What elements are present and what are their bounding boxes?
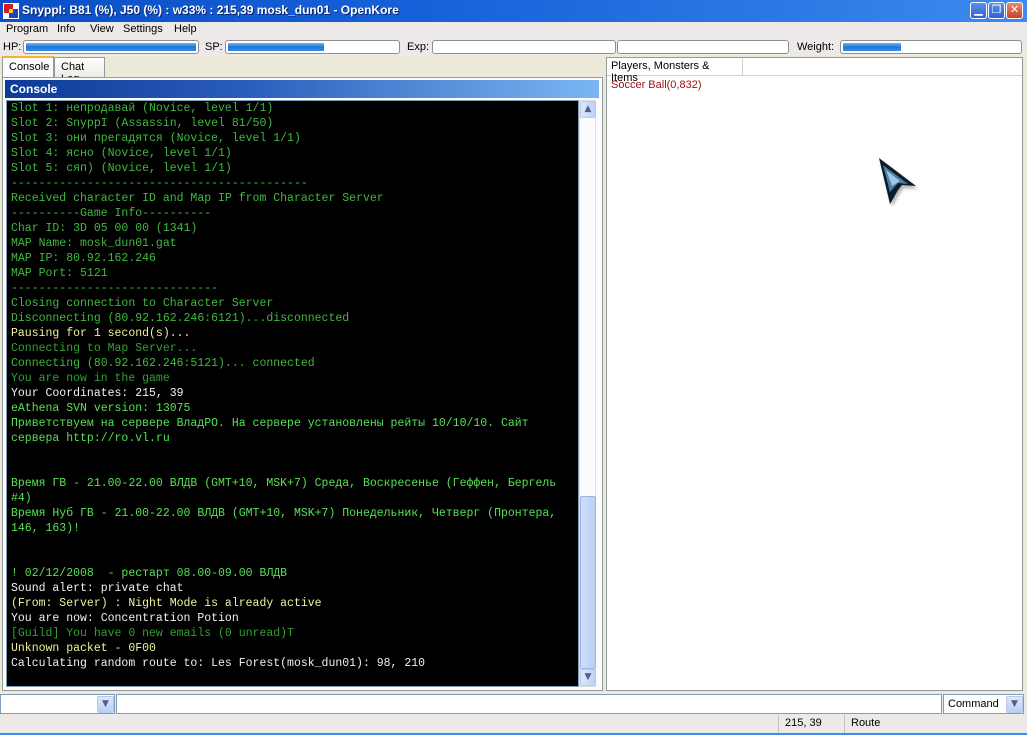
console-panel: Console Slot 1: непродавай (Novice, leve…: [2, 77, 603, 691]
restore-button[interactable]: ❐: [988, 2, 1005, 19]
scroll-down-button[interactable]: ▼: [580, 669, 596, 686]
console-line: MAP Port: 5121: [11, 267, 108, 280]
menu-help[interactable]: Help: [174, 23, 197, 35]
hp-label: HP:: [3, 41, 22, 53]
menu-info[interactable]: Info: [57, 23, 75, 35]
status-bar: 215, 39 Route: [0, 715, 1027, 735]
exp-label: Exp:: [407, 41, 430, 53]
stats-bar: HP: SP: Exp: Weight:: [0, 39, 1027, 56]
console-output[interactable]: Slot 1: непродавай (Novice, level 1/1) Sl…: [6, 100, 579, 687]
console-line: Slot 5: сяп) (Novice, level 1/1): [11, 162, 232, 175]
console-line: #4): [11, 492, 32, 505]
console-line: Slot 4: ясно (Novice, level 1/1): [11, 147, 232, 160]
console-line: You are now: Concentration Potion: [11, 612, 239, 625]
console-line: ! 02/12/2008 - рестарт 08.00-09.00 ВЛДВ: [11, 567, 288, 580]
console-scrollbar[interactable]: ▲ ▼: [579, 100, 596, 687]
menu-bar: Program Info View Settings Help: [0, 22, 1027, 39]
close-button[interactable]: ✕: [1006, 2, 1023, 19]
players-monsters-items-panel: Players, Monsters & Items Soccer Ball(0,…: [606, 57, 1023, 691]
chevron-up-icon: ▲: [584, 104, 592, 114]
console-line: ----------------------------------------…: [11, 177, 308, 190]
console-line: 146, 163)!: [11, 522, 81, 535]
console-header-title: Console: [10, 82, 58, 96]
console-line: Closing connection to Character Server: [11, 297, 274, 310]
openkore-app-icon: [3, 3, 19, 19]
scroll-thumb[interactable]: [580, 496, 596, 669]
minimize-icon: ▁: [974, 3, 983, 16]
console-line: сервера http://ro.vl.ru: [11, 432, 170, 445]
mouse-cursor-icon: [879, 158, 916, 204]
console-line: [Guild] You have 0 new emails (0 unread)…: [11, 627, 294, 640]
console-line: eAthena SVN version: 13075: [11, 402, 191, 415]
status-state: Route: [844, 715, 1024, 733]
console-line: Disconnecting (80.92.162.246:6121)...dis…: [11, 312, 350, 325]
console-line: You are now in the game: [11, 372, 170, 385]
command-input[interactable]: [116, 694, 942, 714]
console-line: Your Coordinates: 215, 39: [11, 387, 184, 400]
sp-label: SP:: [205, 41, 223, 53]
console-line: Приветствуем на сервере ВладРО. На серве…: [11, 417, 529, 430]
sp-gauge-fill: [228, 43, 325, 51]
weight-gauge: [840, 40, 1022, 54]
hp-gauge-fill: [26, 43, 196, 51]
console-line: Connecting (80.92.162.246:5121)... conne…: [11, 357, 315, 370]
console-tabs: Console Chat Log: [0, 56, 604, 85]
menu-program[interactable]: Program: [6, 23, 48, 35]
weight-gauge-fill: [843, 43, 902, 51]
mode-dropdown-button[interactable]: ▼: [1006, 696, 1023, 713]
console-line: MAP IP: 80.92.162.246: [11, 252, 156, 265]
entity-list-item[interactable]: Soccer Ball(0,832): [611, 79, 702, 91]
sp-gauge: [225, 40, 400, 54]
tab-console[interactable]: Console: [2, 56, 54, 77]
weight-label: Weight:: [797, 41, 835, 53]
history-dropdown-button[interactable]: ▼: [97, 696, 114, 713]
minimize-button[interactable]: ▁: [970, 2, 987, 19]
history-combo[interactable]: ▼: [0, 694, 115, 714]
window-title: SnyppI: B81 (%), J50 (%) : w33% : 215,39…: [22, 3, 399, 17]
console-line: Connecting to Map Server...: [11, 342, 198, 355]
console-line: Время ГВ - 21.00-22.00 ВЛДВ (GMT+10, MSK…: [11, 477, 557, 490]
input-bar: ▼ Command ▼: [0, 693, 1027, 715]
mode-select[interactable]: Command ▼: [943, 694, 1024, 714]
status-coordinates: 215, 39: [778, 715, 844, 733]
list-header[interactable]: Players, Monsters & Items: [607, 58, 743, 84]
console-line: Sound alert: private chat: [11, 582, 184, 595]
console-line: Pausing for 1 second(s)...: [11, 327, 191, 340]
menu-view[interactable]: View: [90, 23, 114, 35]
mode-select-value: Command: [948, 698, 999, 710]
menu-settings[interactable]: Settings: [123, 23, 163, 35]
console-line: MAP Name: mosk_dun01.gat: [11, 237, 177, 250]
openkore-window: SnyppI: B81 (%), J50 (%) : w33% : 215,39…: [0, 0, 1027, 735]
title-bar[interactable]: SnyppI: B81 (%), J50 (%) : w33% : 215,39…: [0, 0, 1027, 22]
console-line: (From: Server) : Night Mode is already a…: [11, 597, 322, 610]
console-line: Slot 1: непродавай (Novice, level 1/1): [11, 102, 274, 115]
console-line: Время Нуб ГВ - 21.00-22.00 ВЛДВ (GMT+10,…: [11, 507, 557, 520]
console-lines: Slot 1: непродавай (Novice, level 1/1) Sl…: [11, 101, 556, 671]
close-icon: ✕: [1009, 3, 1020, 16]
restore-icon: ❐: [991, 3, 1002, 16]
chevron-down-icon: ▼: [584, 672, 592, 682]
base-exp-gauge: [432, 40, 616, 54]
console-line: Slot 3: они прегадятся (Novice, level 1/…: [11, 132, 301, 145]
console-line: ----------Game Info----------: [11, 207, 212, 220]
hp-gauge: [23, 40, 199, 54]
job-exp-gauge: [617, 40, 789, 54]
console-line: Slot 2: SnyppI (Assassin, level 81/50): [11, 117, 274, 130]
tab-chat-log[interactable]: Chat Log: [54, 57, 105, 85]
chevron-down-icon: ▼: [102, 699, 109, 709]
console-line: Calculating random route to: Les Forest(…: [11, 657, 426, 670]
console-line: Char ID: 3D 05 00 00 (1341): [11, 222, 198, 235]
console-line: Received character ID and Map IP from Ch…: [11, 192, 384, 205]
chevron-down-icon: ▼: [1011, 699, 1018, 709]
console-line: ------------------------------: [11, 282, 219, 295]
console-line: Unknown packet - 0F00: [11, 642, 156, 655]
console-header: Console: [5, 80, 599, 98]
list-header-filler: [743, 58, 1022, 76]
scroll-up-button[interactable]: ▲: [580, 101, 596, 118]
